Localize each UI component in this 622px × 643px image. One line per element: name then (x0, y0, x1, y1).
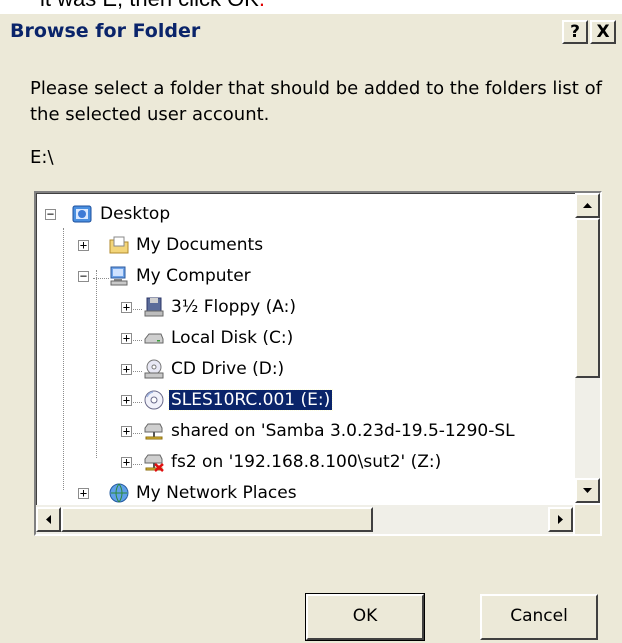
title-bar[interactable]: Browse for Folder ? X (0, 14, 622, 52)
tree-item-my-documents[interactable]: + My Documents (36, 232, 536, 260)
expand-toggle[interactable]: + (121, 363, 132, 375)
tree-item-my-computer[interactable]: − My Computer (36, 263, 536, 291)
network-places-icon (109, 483, 129, 503)
dialog-title: Browse for Folder (10, 20, 201, 42)
scroll-left-button[interactable] (36, 507, 61, 532)
ok-button[interactable]: OK (305, 593, 425, 641)
folder-tree[interactable]: − Desktop + My Documents − My Computer +… (36, 193, 573, 503)
expand-toggle[interactable]: + (78, 487, 89, 499)
horizontal-scrollbar[interactable] (36, 505, 573, 534)
tree-item-label: Desktop (100, 204, 171, 224)
folder-tree-box: − Desktop + My Documents − My Computer +… (34, 191, 602, 536)
close-button[interactable]: X (590, 20, 616, 44)
tree-item-label: Local Disk (C:) (171, 328, 294, 348)
tree-item-label: My Network Places (136, 483, 297, 503)
scrollbar-corner (575, 505, 600, 534)
my-computer-icon (110, 266, 128, 286)
tree-item-cd-drive[interactable]: + CD Drive (D:) (36, 356, 536, 384)
tree-item-floppy-drive[interactable]: + 3½ Floppy (A:) (36, 294, 536, 322)
cancel-button[interactable]: Cancel (480, 594, 598, 640)
vertical-scrollbar[interactable] (575, 193, 600, 503)
expand-toggle[interactable]: + (78, 239, 89, 251)
cd-drive-icon (144, 359, 164, 379)
tree-item-my-network-places[interactable]: + My Network Places (36, 480, 536, 503)
vertical-scroll-thumb[interactable] (575, 218, 600, 378)
expand-toggle[interactable]: + (121, 332, 132, 344)
collapse-toggle[interactable]: − (78, 270, 89, 282)
network-drive-icon (144, 423, 163, 440)
floppy-drive-icon (144, 297, 164, 317)
expand-toggle[interactable]: + (121, 394, 132, 406)
tree-item-label: My Computer (136, 266, 251, 286)
arrow-right-icon (558, 515, 563, 524)
current-path: E:\ (30, 147, 54, 168)
tree-item-fs2-share[interactable]: + fs2 on '192.168.8.100\sut2' (Z:) (36, 449, 536, 477)
help-button[interactable]: ? (562, 20, 588, 44)
tree-item-label: CD Drive (D:) (171, 359, 285, 379)
tree-item-samba-share[interactable]: + shared on 'Samba 3.0.23d-19.5-1290-SL (36, 418, 573, 446)
browse-for-folder-dialog: Browse for Folder ? X Please select a fo… (0, 14, 622, 643)
instruction-text: Please select a folder that should be ad… (30, 78, 602, 125)
disconnected-network-drive-icon (144, 454, 164, 472)
desktop-icon (72, 205, 92, 223)
arrow-left-icon (46, 515, 51, 524)
horizontal-scroll-thumb[interactable] (61, 507, 373, 532)
tree-item-label: fs2 on '192.168.8.100\sut2' (Z:) (171, 452, 442, 472)
caption-strip: it was E, then click OK. (0, 0, 622, 14)
local-disk-icon (144, 333, 164, 344)
arrow-up-icon (583, 203, 592, 208)
tree-item-label: shared on 'Samba 3.0.23d-19.5-1290-SL (171, 421, 515, 441)
collapse-toggle[interactable]: − (45, 208, 56, 220)
tree-item-label-selected: SLES10RC.001 (E:) (167, 389, 334, 411)
scroll-right-button[interactable] (548, 507, 573, 532)
expand-toggle[interactable]: + (121, 456, 132, 468)
caption-period: . (259, 0, 265, 11)
scroll-up-button[interactable] (575, 193, 600, 218)
my-documents-icon (109, 236, 129, 254)
tree-item-local-disk[interactable]: + Local Disk (C:) (36, 325, 536, 353)
expand-toggle[interactable]: + (121, 425, 132, 437)
tree-item-label: 3½ Floppy (A:) (171, 297, 296, 317)
tree-item-label: My Documents (136, 235, 264, 255)
tree-item-desktop[interactable]: − Desktop (36, 201, 536, 229)
arrow-down-icon (583, 488, 592, 493)
expand-toggle[interactable]: + (121, 301, 132, 313)
scroll-down-button[interactable] (575, 478, 600, 503)
cd-disc-icon (144, 390, 164, 410)
caption-text: it was E, then click OK. (40, 0, 265, 12)
tree-item-sles10rc-drive[interactable]: + SLES10RC.001 (E:) (36, 387, 536, 415)
